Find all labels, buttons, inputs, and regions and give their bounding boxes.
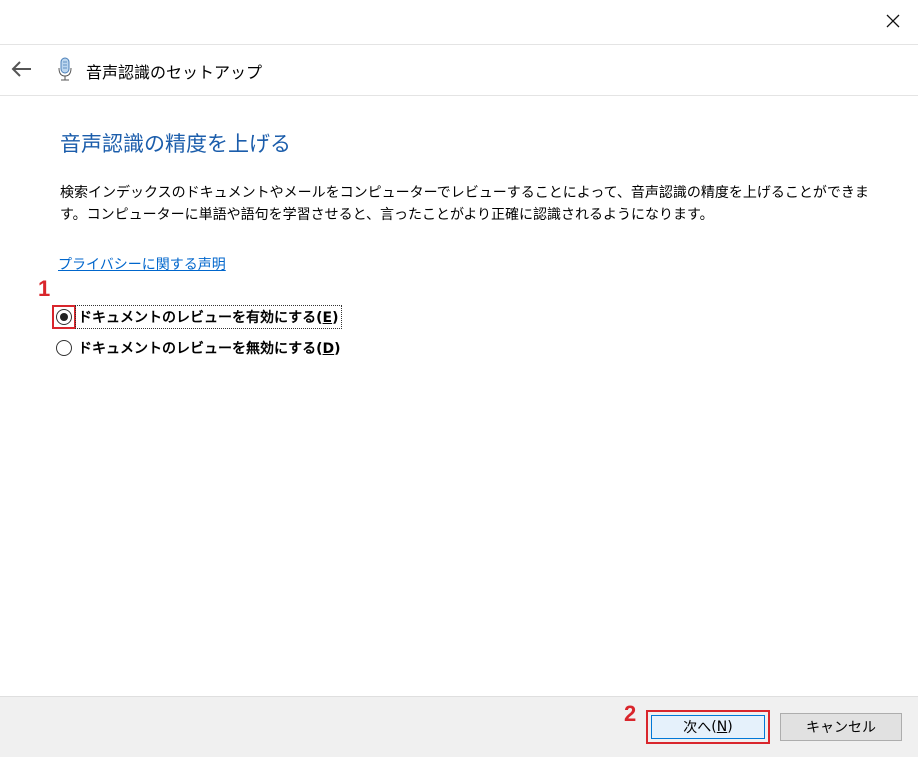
close-icon: [886, 14, 900, 28]
annotation-marker-2: 2: [624, 701, 637, 726]
radio-disable-review[interactable]: ドキュメントのレビューを無効にする(D): [56, 336, 343, 360]
wizard-footer: 2 次へ(N) キャンセル: [0, 696, 918, 757]
back-button[interactable]: [10, 59, 34, 79]
annotation-marker-1: 1: [38, 276, 51, 301]
radio-enable-label: ドキュメントのレビューを有効にする(E): [75, 305, 342, 329]
title-bar: [0, 0, 918, 44]
next-button[interactable]: 次へ(N): [651, 715, 765, 739]
speech-setup-window: 音声認識のセットアップ 音声認識の精度を上げる 検索インデックスのドキュメントや…: [0, 0, 918, 757]
back-arrow-icon: [11, 61, 31, 77]
privacy-statement-link[interactable]: プライバシーに関する声明: [58, 254, 226, 274]
wizard-header: 音声認識のセットアップ: [0, 44, 918, 96]
cancel-button[interactable]: キャンセル: [780, 713, 902, 741]
wizard-content: 音声認識の精度を上げる 検索インデックスのドキュメントやメールをコンピューターで…: [0, 96, 918, 696]
microphone-icon: [56, 55, 74, 83]
radio-button-enable[interactable]: [56, 309, 72, 325]
annotation-highlight-radio: [52, 305, 76, 329]
radio-enable-review[interactable]: ドキュメントのレビューを有効にする(E): [52, 305, 342, 329]
window-title: 音声認識のセットアップ: [86, 63, 263, 82]
close-button[interactable]: [882, 10, 904, 32]
radio-button-disable[interactable]: [56, 340, 72, 356]
description-text: 検索インデックスのドキュメントやメールをコンピューターでレビューすることによって…: [60, 185, 869, 223]
radio-disable-label: ドキュメントのレビューを無効にする(D): [78, 341, 341, 357]
page-heading: 音声認識の精度を上げる: [60, 132, 291, 156]
annotation-highlight-next: 次へ(N): [646, 710, 770, 744]
